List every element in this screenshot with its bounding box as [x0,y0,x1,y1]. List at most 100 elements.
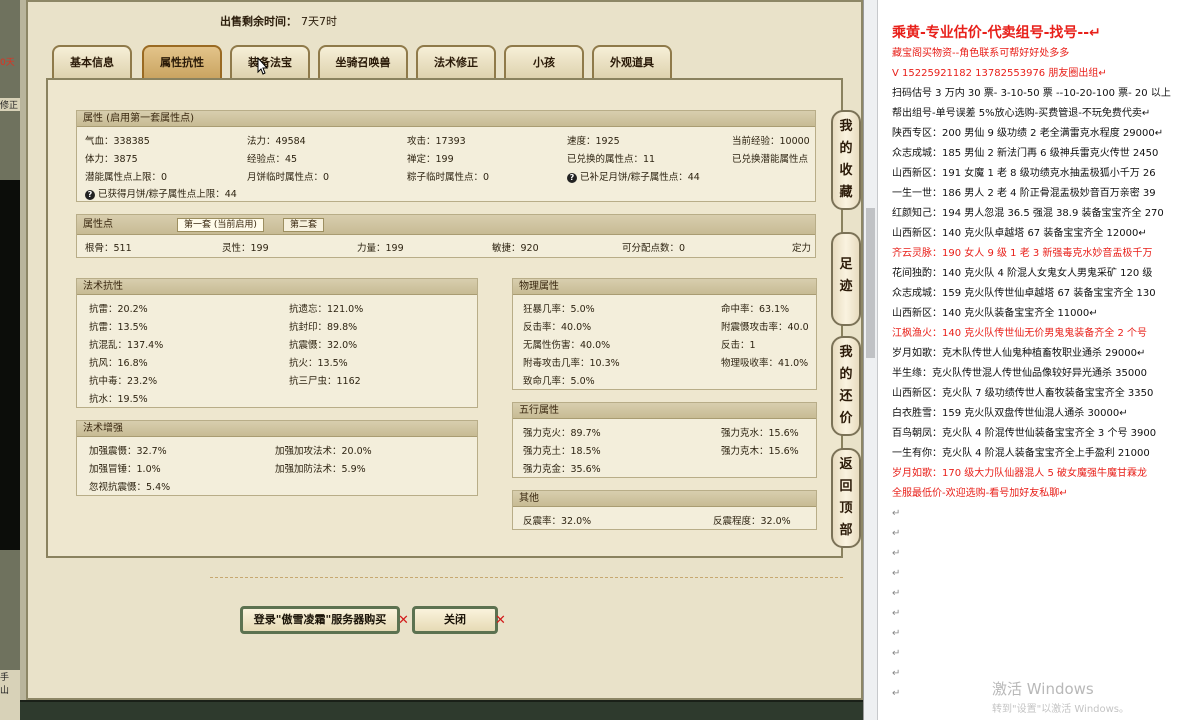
point-root: 根骨：511 [85,243,132,254]
subtab-set-two[interactable]: 第二套 [283,218,325,232]
resist-item: 抗中毒：23.2% [89,376,158,387]
editor-line: 山西新区：140 克火队卓越塔 67 装备宝宝齐全 12000↵ [892,228,1147,239]
editor-line: ↵ [892,528,901,539]
editor-line: 岁月如歌：克木队传世人仙鬼种植畜牧职业通杀 29000↵ [892,348,1146,359]
text-editor: 乘黄-专业估价-代卖组号-找号--↵ 藏宝阁买物资--角色联系可帮好好处多多 V 1… [863,0,1188,720]
tab-basic-info[interactable]: 基本信息 [52,45,132,79]
windows-activation-watermark: 激活 Windows [992,680,1094,698]
resist-item: 抗风：16.8% [89,358,148,369]
my-favorites-button[interactable]: 我的收藏 [831,110,861,210]
left-strip-dark-area [0,180,20,550]
magic-resist-panel: 法术抗性 抗雷：20.2% 抗雷：13.5% 抗混乱：137.4% 抗风：16.… [76,278,478,408]
attributes-content: 属性 (启用第一套属性点) 气血：338385 法力：49584 攻击：1739… [46,78,843,558]
editor-line: 百鸟朝凤：克火队 4 阶混传世仙装备宝宝齐全 3 个号 3900 [892,428,1157,439]
editor-line: 山西新区：140 克火队装备宝宝齐全 11000↵ [892,308,1098,319]
editor-line: 半生缘：克火队传世混人传世仙品像较好异光通杀 35000 [892,368,1147,379]
resist-item: 抗封印：89.8% [289,322,358,333]
editor-line: 山西新区：克火队 7 级功绩传世人畜牧装备宝宝齐全 3350 [892,388,1154,399]
question-icon[interactable]: ? [85,190,95,200]
editor-line: 白衣胜雪：159 克火队双盘传世仙混人通杀 30000↵ [892,408,1128,419]
attr-exp-points: 经验点：45 [247,154,298,165]
editor-line: 众志成城：159 克火队传世仙卓越塔 67 装备宝宝齐全 130 [892,288,1156,299]
attr-filled-points-text: 已补足月饼/粽子属性点：44 [580,172,700,183]
scrollbar-thumb[interactable] [866,208,875,358]
resist-item: 抗混乱：137.4% [89,340,164,351]
tab-mounts-summons[interactable]: 坐骑召唤兽 [318,45,408,79]
mouse-cursor-icon [257,57,269,75]
sidebar-char: 的 [839,141,853,156]
sidebar-char: 还 [839,389,853,404]
point-strength: 力量：199 [357,243,404,254]
editor-line: 江枫渔火：140 克火队传世仙无价男鬼鬼装备齐全 2 个号 [892,328,1147,339]
sidebar-char: 返 [839,457,853,472]
points-panel: 属性点 第一套 (当前启用) 第二套 根骨：511 灵性：199 力量：199 … [76,214,816,258]
sidebar-char: 我 [839,119,853,134]
editor-line: ↵ [892,508,901,519]
resist-item: 抗三尸虫：1162 [289,376,361,387]
subtab-set-one[interactable]: 第一套 (当前启用) [177,218,264,232]
editor-line: 陕西专区：200 男仙 9 级功绩 2 老全满雷克水程度 29000↵ [892,128,1164,139]
footprint-button[interactable]: 足迹 [831,232,861,326]
editor-content[interactable]: 乘黄-专业估价-代卖组号-找号--↵ 藏宝阁买物资--角色联系可帮好好处多多 V 1… [892,22,1188,704]
point-agility: 敏捷：920 [492,243,539,254]
tab-children[interactable]: 小孩 [504,45,584,79]
sidebar-char: 的 [839,367,853,382]
editor-line: V 15225921182 13782553976 朋友圈出组↵ [892,68,1107,79]
resist-item: 抗雷：20.2% [89,304,148,315]
physical-item: 反击率：40.0% [523,322,592,333]
my-counteroffer-button[interactable]: 我的还价 [831,336,861,436]
physical-item: 反击：1 [721,340,756,351]
element-item: 强力克水：15.6% [721,428,799,439]
editor-line: 一生有你：克火队 4 阶混人装备宝宝齐全上手盈利 21000 [892,448,1150,459]
editor-line: 乘黄-专业估价-代卖组号-找号--↵ [892,25,1101,41]
other-panel: 其他 反震率：32.0% 反震程度：32.0% [512,490,817,530]
element-item: 强力克火：89.7% [523,428,601,439]
other-item: 反震程度：32.0% [713,516,791,527]
attr-mp: 法力：49584 [247,136,306,147]
resist-item: 抗火：13.5% [289,358,348,369]
attr-speed: 速度：1925 [567,136,620,147]
resist-item: 抗水：19.5% [89,394,148,405]
attributes-panel: 属性 (启用第一套属性点) 气血：338385 法力：49584 攻击：1739… [76,110,816,202]
sidebar-char: 回 [839,479,853,494]
attributes-header: 属性 (启用第一套属性点) [77,111,815,127]
editor-scrollbar[interactable] [864,0,878,720]
close-button[interactable]: 关闭 [412,606,498,634]
tab-equipment[interactable]: 装备法宝 [230,45,310,79]
editor-line: ↵ [892,648,901,659]
editor-line: 扫码估号 3 万内 30 票- 3-10-50 票 --10-20-100 票-… [892,88,1171,99]
editor-line: 齐云灵脉：190 女人 9 级 1 老 3 新强毒克水妙音盂极千万 [892,248,1153,259]
resist-item: 抗遗忘：121.0% [289,304,364,315]
close-x-icon: ✕ [398,613,409,628]
editor-line: ↵ [892,608,901,619]
editor-line: 花间独酌：140 克火队 4 阶混人女鬼女人男鬼采矿 120 级 [892,268,1153,279]
sidebar-char: 价 [839,411,853,426]
question-icon[interactable]: ? [567,173,577,183]
attr-obtained-limit-text: 已获得月饼/粽子属性点上限：44 [98,189,237,200]
attr-exchanged-potential: 已兑换潜能属性点 [732,154,809,165]
left-strip-text-bottom: 手 山 [0,670,20,720]
element-item: 强力克土：18.5% [523,446,601,457]
login-purchase-button[interactable]: 登录"傲雪凌霜"服务器购买 [240,606,400,634]
other-item: 反震率：32.0% [523,516,592,527]
boost-item: 加强震慑：32.7% [89,446,167,457]
editor-line: 红颜知己：194 男人忽混 36.5 强混 38.9 装备宝宝齐全 270 [892,208,1164,219]
editor-line: 山西新区：191 女魔 1 老 8 级功绩克水抽盂极狐小千万 26 [892,168,1156,179]
tab-spell-correction[interactable]: 法术修正 [416,45,496,79]
attr-obtained-limit: ? 已获得月饼/粽子属性点上限：44 [85,186,237,200]
boost-item: 忽视抗震慑：5.4% [89,482,171,493]
magic-boost-panel: 法术增强 加强震慑：32.7% 加强冒锤：1.0% 忽视抗震慑：5.4% 加强加… [76,420,478,496]
physical-item: 致命几率：5.0% [523,376,595,387]
attr-mooncake-temp: 月饼临时属性点：0 [247,172,330,183]
other-header: 其他 [513,491,816,507]
resist-item: 抗震慑：32.0% [289,340,358,351]
tab-attributes-resist[interactable]: 属性抗性 [142,45,222,79]
magic-resist-header: 法术抗性 [77,279,477,295]
attr-zen: 禅定：199 [407,154,454,165]
physical-header: 物理属性 [513,279,816,295]
resist-item: 抗雷：13.5% [89,322,148,333]
back-to-top-button[interactable]: 返回顶部 [831,448,861,548]
left-strip-text-mid: 修正 [0,98,20,111]
attr-potential-limit: 潜能属性点上限：0 [85,172,168,183]
tab-appearance-items[interactable]: 外观道具 [592,45,672,79]
